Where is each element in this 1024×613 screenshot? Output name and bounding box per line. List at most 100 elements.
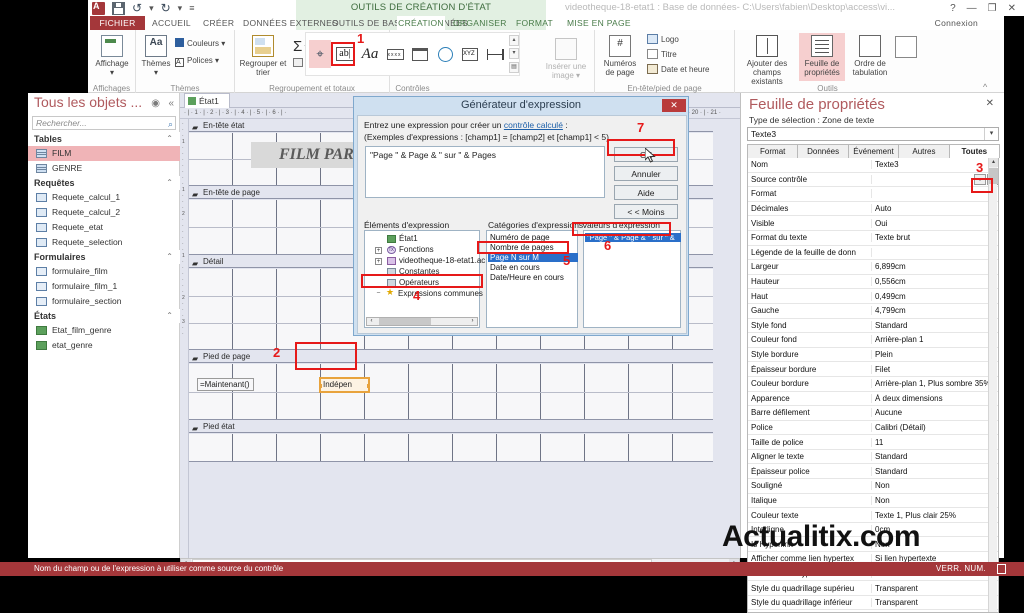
tab-mise-en-page[interactable]: MISE EN PAGE: [567, 16, 631, 30]
scroll-right-icon[interactable]: ›: [468, 318, 477, 325]
nav-group-tables[interactable]: Tables⌃: [28, 132, 180, 146]
nav-pane-collapse-icon[interactable]: «: [168, 98, 174, 109]
property-value[interactable]: Non: [872, 496, 998, 505]
nav-item-etat-genre[interactable]: etat_genre: [28, 338, 180, 353]
ordre-tabulation-button[interactable]: Ordre de tabulation: [847, 35, 893, 77]
tree-item-operateurs[interactable]: Opérateurs: [399, 278, 439, 287]
couleurs-button[interactable]: Couleurs ▾: [175, 38, 233, 48]
expression-values-list[interactable]: "Page " & Page & " sur " &: [583, 230, 681, 328]
nav-item-formulaire-section[interactable]: formulaire_section: [28, 294, 180, 309]
undo-icon[interactable]: ↺: [132, 2, 142, 15]
date-textbox-control[interactable]: =Maintenant(): [197, 378, 254, 391]
button-tool[interactable]: xxxx: [384, 40, 406, 68]
chevron-up-icon[interactable]: ⌃: [166, 309, 173, 323]
property-value[interactable]: Non: [872, 481, 998, 490]
numeros-de-page-button[interactable]: Numéros de page: [599, 35, 641, 77]
help-button[interactable]: Aide: [614, 185, 678, 200]
minimize-button[interactable]: —: [967, 3, 977, 14]
chevron-down-icon[interactable]: ▾: [984, 128, 998, 140]
nav-group-etats[interactable]: États⌃: [28, 309, 180, 323]
property-value[interactable]: 0,499cm: [872, 292, 998, 301]
category-nombre-de-pages[interactable]: Nombre de pages: [488, 243, 576, 252]
property-value[interactable]: Arrière-plan 1, Plus sombre 35%: [872, 379, 998, 388]
affichage-button[interactable]: Affichage ▾: [92, 35, 132, 77]
nav-item-requete-calcul-1[interactable]: Requete_calcul_1: [28, 190, 180, 205]
property-value[interactable]: Texte 1, Plus clair 25%: [872, 511, 998, 520]
scrollbar-thumb[interactable]: [989, 168, 998, 184]
gallery-scroll-up[interactable]: ▴: [509, 35, 519, 46]
regrouper-trier-button[interactable]: Regrouper et trier: [239, 35, 287, 77]
nav-group-formulaires[interactable]: Formulaires⌃: [28, 250, 180, 264]
tab-toutes[interactable]: Toutes: [949, 144, 1000, 158]
window-buttons[interactable]: ? — ❐ ✕: [950, 0, 1016, 16]
property-value[interactable]: Auto: [872, 204, 998, 213]
property-value[interactable]: Transparent: [872, 584, 998, 593]
nav-item-requete-calcul-2[interactable]: Requete_calcul_2: [28, 205, 180, 220]
property-value[interactable]: Calibri (Détail): [872, 423, 998, 432]
gallery-scroll[interactable]: ▴ ▾ ▤: [509, 34, 519, 74]
tree-item-etat1[interactable]: État1: [399, 234, 418, 243]
section-header-page-footer[interactable]: ▰Pied de page: [189, 350, 713, 363]
property-value[interactable]: Standard: [872, 321, 998, 330]
nav-item-etat-film-genre[interactable]: Etat_film_genre: [28, 323, 180, 338]
expression-textarea[interactable]: "Page " & Page & " sur " & Pages: [365, 146, 605, 198]
tab-format[interactable]: FORMAT: [516, 16, 553, 30]
tab-evenement[interactable]: Événement: [848, 144, 899, 158]
restore-button[interactable]: ❐: [988, 3, 997, 14]
scrollbar-thumb[interactable]: [379, 318, 431, 325]
feuille-proprietes-button[interactable]: Feuille de propriétés: [799, 33, 845, 81]
value-page-n-sur-m[interactable]: "Page " & Page & " sur " &: [585, 233, 681, 242]
gallery-scroll-down[interactable]: ▾: [509, 48, 519, 59]
chevron-up-icon[interactable]: ⌃: [166, 250, 173, 264]
tree-item-database[interactable]: videotheque-18-etat1.ac: [399, 256, 485, 265]
select-tool[interactable]: ⌖: [309, 40, 331, 68]
expander-icon[interactable]: –: [375, 290, 382, 297]
gallery-more[interactable]: ▤: [509, 62, 519, 73]
section-header-report-footer[interactable]: ▰Pied état: [189, 420, 713, 433]
property-value[interactable]: Standard: [872, 452, 998, 461]
nav-item-requete-selection[interactable]: Requete_selection: [28, 235, 180, 250]
line-tool[interactable]: [484, 40, 506, 68]
band-pied-de-page[interactable]: =Maintenant() Indépen: [189, 364, 713, 420]
selected-object-combo[interactable]: Texte3 ▾: [747, 127, 999, 141]
source-controle-dropdown-icon[interactable]: ▾: [974, 174, 986, 185]
property-value[interactable]: Oui: [872, 219, 998, 228]
themes-caret[interactable]: ▾: [154, 68, 158, 77]
property-value[interactable]: Texte brut: [872, 233, 998, 242]
help-button[interactable]: ?: [950, 3, 956, 14]
navigation-tool[interactable]: XYZ: [459, 40, 481, 68]
property-value[interactable]: 4,799cm: [872, 306, 998, 315]
date-heure-button[interactable]: Date et heure: [647, 64, 735, 74]
expander-icon[interactable]: +: [375, 258, 382, 265]
chevron-up-icon[interactable]: ⌃: [166, 176, 173, 190]
page-textbox-control[interactable]: Indépen: [320, 378, 369, 392]
tree-item-constantes[interactable]: Constantes: [399, 267, 439, 276]
nav-item-formulaire-film-1[interactable]: formulaire_film_1: [28, 279, 180, 294]
affichage-caret[interactable]: ▾: [110, 68, 114, 77]
tree-item-expressions-communes[interactable]: Expressions communes: [398, 289, 483, 298]
controle-calcule-link[interactable]: contrôle calculé: [504, 120, 563, 130]
document-tab-etat1[interactable]: État1: [184, 93, 230, 108]
property-sheet-close-button[interactable]: ✕: [986, 98, 994, 109]
property-value[interactable]: 0,556cm: [872, 277, 998, 286]
search-icon[interactable]: ⌕: [168, 118, 173, 131]
text-box-tool[interactable]: ab|: [334, 40, 356, 68]
tab-donnees[interactable]: Données: [797, 144, 848, 158]
cancel-button[interactable]: Annuler: [614, 166, 678, 181]
band-pied-etat[interactable]: [189, 434, 713, 462]
nav-search-input[interactable]: Rechercher... ⌕: [32, 116, 176, 130]
redo-icon[interactable]: ↻: [161, 2, 171, 15]
property-value[interactable]: Standard: [872, 467, 998, 476]
controls-gallery[interactable]: ⌖ ab| Aa xxxx XYZ: [305, 32, 520, 76]
tab-control-tool[interactable]: [409, 40, 431, 68]
expression-elements-tree[interactable]: État1 + fx Fonctions + videotheque-18-et…: [364, 230, 480, 328]
quick-access-toolbar[interactable]: ↺▾ ↻▾ ≡: [92, 1, 194, 15]
nav-group-requetes[interactable]: Requêtes⌃: [28, 176, 180, 190]
scroll-left-icon[interactable]: ‹: [367, 318, 376, 325]
expander-icon[interactable]: +: [375, 247, 382, 254]
ribbon-tab-strip[interactable]: FICHIER ACCUEIL CRÉER DONNÉES EXTERNES O…: [0, 16, 1024, 30]
connexion-label[interactable]: Connexion: [935, 16, 978, 30]
nav-item-genre[interactable]: GENRE: [28, 161, 180, 176]
resize-handle[interactable]: [320, 384, 322, 388]
nav-item-formulaire-film[interactable]: formulaire_film: [28, 264, 180, 279]
